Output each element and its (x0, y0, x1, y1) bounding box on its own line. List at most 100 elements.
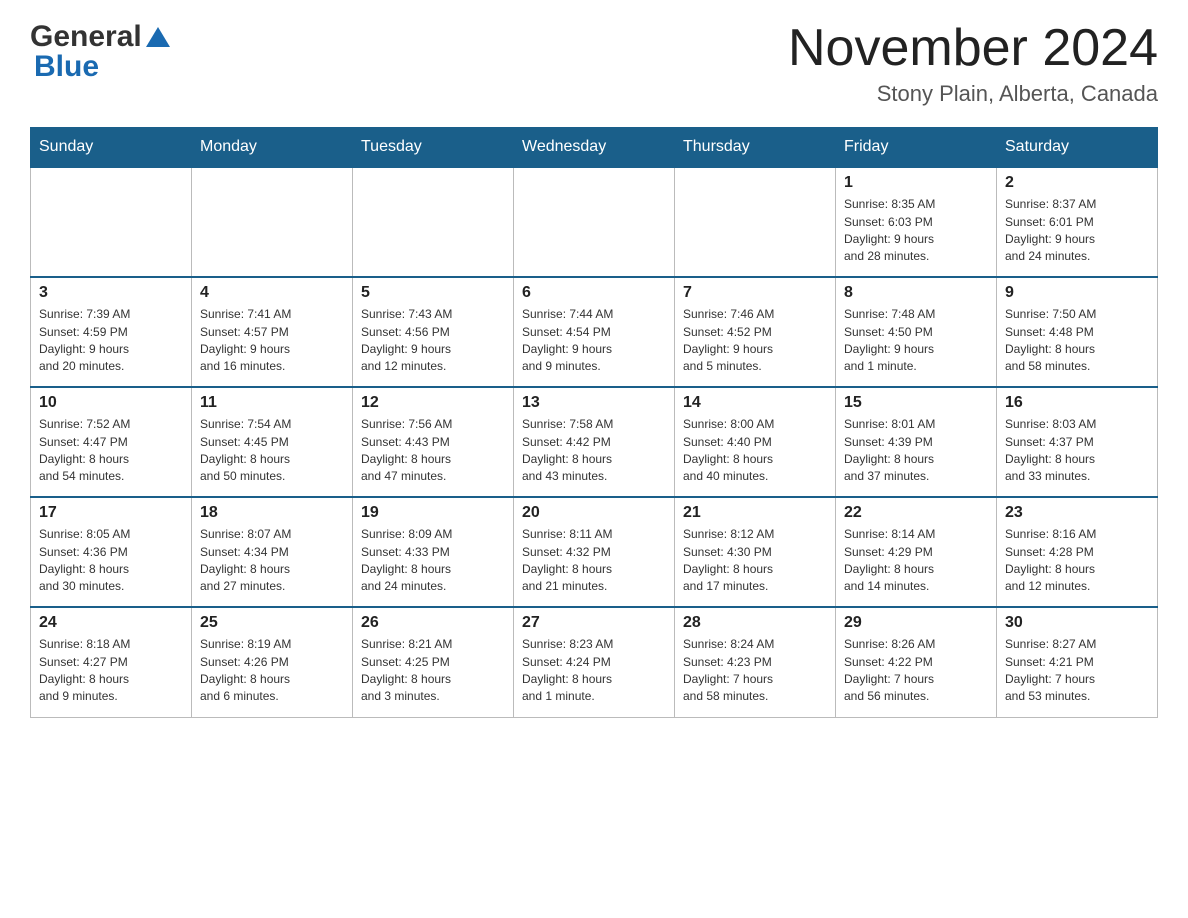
day-number: 15 (844, 394, 988, 412)
day-number: 10 (39, 394, 183, 412)
table-cell (353, 167, 514, 277)
day-info: Sunrise: 8:03 AM Sunset: 4:37 PM Dayligh… (1005, 416, 1149, 486)
day-number: 25 (200, 614, 344, 632)
table-cell: 9 Sunrise: 7:50 AM Sunset: 4:48 PM Daylig… (997, 277, 1158, 387)
day-number: 9 (1005, 284, 1149, 302)
title-section: November 2024 Stony Plain, Alberta, Cana… (788, 20, 1158, 107)
day-info: Sunrise: 8:09 AM Sunset: 4:33 PM Dayligh… (361, 526, 505, 596)
day-info: Sunrise: 7:52 AM Sunset: 4:47 PM Dayligh… (39, 416, 183, 486)
day-number: 22 (844, 504, 988, 522)
day-number: 1 (844, 174, 988, 192)
day-info: Sunrise: 8:14 AM Sunset: 4:29 PM Dayligh… (844, 526, 988, 596)
day-number: 4 (200, 284, 344, 302)
logo-general-text: General (30, 20, 142, 54)
day-info: Sunrise: 8:16 AM Sunset: 4:28 PM Dayligh… (1005, 526, 1149, 596)
day-number: 12 (361, 394, 505, 412)
table-cell: 17 Sunrise: 8:05 AM Sunset: 4:36 PM Dayli… (31, 497, 192, 607)
col-wednesday: Wednesday (514, 128, 675, 168)
day-number: 11 (200, 394, 344, 412)
table-cell: 15 Sunrise: 8:01 AM Sunset: 4:39 PM Dayli… (836, 387, 997, 497)
table-cell: 25 Sunrise: 8:19 AM Sunset: 4:26 PM Dayli… (192, 607, 353, 717)
col-saturday: Saturday (997, 128, 1158, 168)
day-info: Sunrise: 7:43 AM Sunset: 4:56 PM Dayligh… (361, 306, 505, 376)
col-tuesday: Tuesday (353, 128, 514, 168)
logo-triangle-icon (144, 23, 172, 51)
week-row-5: 24Sunrise: 8:18 AM Sunset: 4:27 PM Dayli… (31, 607, 1158, 717)
day-info: Sunrise: 8:21 AM Sunset: 4:25 PM Dayligh… (361, 636, 505, 706)
day-info: Sunrise: 7:58 AM Sunset: 4:42 PM Dayligh… (522, 416, 666, 486)
day-number: 23 (1005, 504, 1149, 522)
day-number: 26 (361, 614, 505, 632)
day-info: Sunrise: 8:00 AM Sunset: 4:40 PM Dayligh… (683, 416, 827, 486)
table-cell: 18Sunrise: 8:07 AM Sunset: 4:34 PM Dayli… (192, 497, 353, 607)
day-info: Sunrise: 7:48 AM Sunset: 4:50 PM Dayligh… (844, 306, 988, 376)
table-cell (31, 167, 192, 277)
table-cell: 10 Sunrise: 7:52 AM Sunset: 4:47 PM Dayli… (31, 387, 192, 497)
day-info: Sunrise: 8:07 AM Sunset: 4:34 PM Dayligh… (200, 526, 344, 596)
table-cell: 30Sunrise: 8:27 AM Sunset: 4:21 PM Dayli… (997, 607, 1158, 717)
day-number: 6 (522, 284, 666, 302)
day-number: 30 (1005, 614, 1149, 632)
table-cell: 6 Sunrise: 7:44 AM Sunset: 4:54 PM Daylig… (514, 277, 675, 387)
week-row-2: 3 Sunrise: 7:39 AM Sunset: 4:59 PM Daylig… (31, 277, 1158, 387)
table-cell (675, 167, 836, 277)
logo: General Blue (30, 20, 174, 84)
day-number: 24 (39, 614, 183, 632)
day-info: Sunrise: 8:05 AM Sunset: 4:36 PM Dayligh… (39, 526, 183, 596)
day-number: 20 (522, 504, 666, 522)
month-title: November 2024 (788, 20, 1158, 77)
day-info: Sunrise: 8:23 AM Sunset: 4:24 PM Dayligh… (522, 636, 666, 706)
week-row-3: 10 Sunrise: 7:52 AM Sunset: 4:47 PM Dayli… (31, 387, 1158, 497)
day-number: 2 (1005, 174, 1149, 192)
day-info: Sunrise: 7:54 AM Sunset: 4:45 PM Dayligh… (200, 416, 344, 486)
day-number: 28 (683, 614, 827, 632)
day-info: Sunrise: 7:39 AM Sunset: 4:59 PM Dayligh… (39, 306, 183, 376)
day-info: Sunrise: 7:44 AM Sunset: 4:54 PM Dayligh… (522, 306, 666, 376)
day-info: Sunrise: 8:12 AM Sunset: 4:30 PM Dayligh… (683, 526, 827, 596)
table-cell: 3 Sunrise: 7:39 AM Sunset: 4:59 PM Daylig… (31, 277, 192, 387)
day-info: Sunrise: 8:01 AM Sunset: 4:39 PM Dayligh… (844, 416, 988, 486)
day-info: Sunrise: 8:24 AM Sunset: 4:23 PM Dayligh… (683, 636, 827, 706)
day-number: 8 (844, 284, 988, 302)
table-cell: 28 Sunrise: 8:24 AM Sunset: 4:23 PM Dayli… (675, 607, 836, 717)
day-number: 3 (39, 284, 183, 302)
day-number: 19 (361, 504, 505, 522)
table-cell: 20 Sunrise: 8:11 AM Sunset: 4:32 PM Dayli… (514, 497, 675, 607)
day-number: 7 (683, 284, 827, 302)
table-cell: 14 Sunrise: 8:00 AM Sunset: 4:40 PM Dayli… (675, 387, 836, 497)
table-cell: 4Sunrise: 7:41 AM Sunset: 4:57 PM Daylig… (192, 277, 353, 387)
table-cell: 21 Sunrise: 8:12 AM Sunset: 4:30 PM Dayli… (675, 497, 836, 607)
day-info: Sunrise: 8:26 AM Sunset: 4:22 PM Dayligh… (844, 636, 988, 706)
table-cell: 27 Sunrise: 8:23 AM Sunset: 4:24 PM Dayli… (514, 607, 675, 717)
week-row-1: 1 Sunrise: 8:35 AM Sunset: 6:03 PM Daylig… (31, 167, 1158, 277)
table-cell: 16 Sunrise: 8:03 AM Sunset: 4:37 PM Dayli… (997, 387, 1158, 497)
day-number: 14 (683, 394, 827, 412)
col-sunday: Sunday (31, 128, 192, 168)
col-friday: Friday (836, 128, 997, 168)
day-number: 21 (683, 504, 827, 522)
table-cell: 12 Sunrise: 7:56 AM Sunset: 4:43 PM Dayli… (353, 387, 514, 497)
table-cell: 5Sunrise: 7:43 AM Sunset: 4:56 PM Daylig… (353, 277, 514, 387)
day-info: Sunrise: 8:35 AM Sunset: 6:03 PM Dayligh… (844, 196, 988, 266)
table-cell: 22 Sunrise: 8:14 AM Sunset: 4:29 PM Dayli… (836, 497, 997, 607)
table-cell: 23 Sunrise: 8:16 AM Sunset: 4:28 PM Dayli… (997, 497, 1158, 607)
table-cell: 11 Sunrise: 7:54 AM Sunset: 4:45 PM Dayli… (192, 387, 353, 497)
day-number: 16 (1005, 394, 1149, 412)
table-cell: 2Sunrise: 8:37 AM Sunset: 6:01 PM Daylig… (997, 167, 1158, 277)
day-info: Sunrise: 7:56 AM Sunset: 4:43 PM Dayligh… (361, 416, 505, 486)
table-cell (514, 167, 675, 277)
day-number: 13 (522, 394, 666, 412)
day-number: 17 (39, 504, 183, 522)
calendar-header-row: Sunday Monday Tuesday Wednesday Thursday… (31, 128, 1158, 168)
day-number: 27 (522, 614, 666, 632)
day-info: Sunrise: 8:19 AM Sunset: 4:26 PM Dayligh… (200, 636, 344, 706)
col-monday: Monday (192, 128, 353, 168)
day-info: Sunrise: 8:11 AM Sunset: 4:32 PM Dayligh… (522, 526, 666, 596)
day-info: Sunrise: 7:50 AM Sunset: 4:48 PM Dayligh… (1005, 306, 1149, 376)
table-cell: 1 Sunrise: 8:35 AM Sunset: 6:03 PM Daylig… (836, 167, 997, 277)
table-cell: 29Sunrise: 8:26 AM Sunset: 4:22 PM Dayli… (836, 607, 997, 717)
table-cell: 26 Sunrise: 8:21 AM Sunset: 4:25 PM Dayli… (353, 607, 514, 717)
location-title: Stony Plain, Alberta, Canada (788, 81, 1158, 107)
week-row-4: 17 Sunrise: 8:05 AM Sunset: 4:36 PM Dayli… (31, 497, 1158, 607)
table-cell: 19 Sunrise: 8:09 AM Sunset: 4:33 PM Dayli… (353, 497, 514, 607)
